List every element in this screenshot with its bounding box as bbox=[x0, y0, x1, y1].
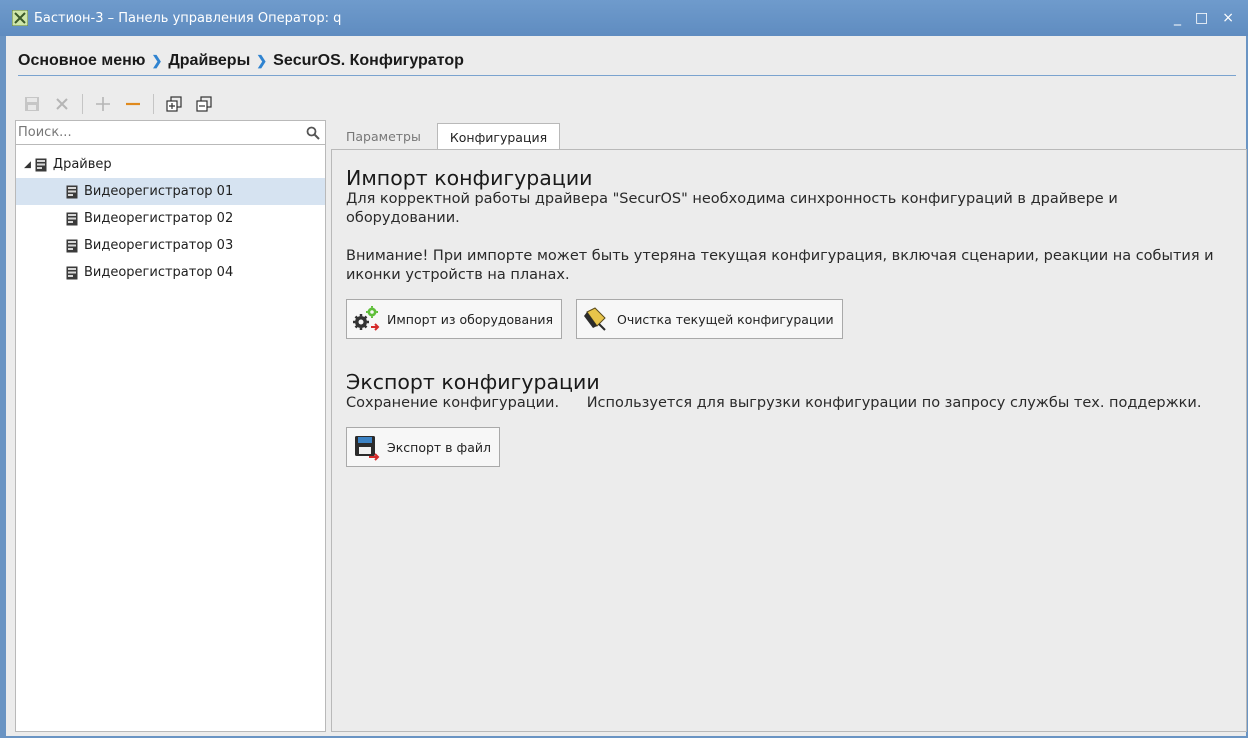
export-to-file-button[interactable]: Экспорт в файл bbox=[346, 427, 500, 467]
window-controls: _ □ × bbox=[1174, 10, 1234, 26]
recorder-icon bbox=[66, 212, 78, 226]
tree-node-recorder-01[interactable]: Видеорегистратор 01 bbox=[16, 178, 325, 205]
import-from-hardware-button[interactable]: Импорт из оборудования bbox=[346, 299, 563, 339]
app-window: Бастион-3 – Панель управления Оператор: … bbox=[0, 0, 1248, 738]
tree-node-label: Драйвер bbox=[52, 157, 112, 172]
maximize-button[interactable]: □ bbox=[1195, 10, 1208, 26]
export-section: Экспорт конфигурации Сохранение конфигур… bbox=[346, 370, 1226, 467]
import-button-label: Импорт из оборудования bbox=[387, 311, 554, 327]
recorder-icon bbox=[66, 239, 78, 253]
toolbar bbox=[22, 92, 214, 116]
import-description: Для корректной работы драйвера "SecurOS"… bbox=[346, 191, 1118, 226]
breadcrumb-current: SecurOS. Конфигуратор bbox=[273, 51, 464, 69]
save-export-icon bbox=[351, 432, 381, 462]
search-input[interactable] bbox=[16, 121, 301, 144]
breadcrumb-drivers[interactable]: Драйверы bbox=[168, 52, 250, 70]
import-buttons: Импорт из оборудования Очистка текущей к… bbox=[346, 299, 1226, 339]
clear-configuration-button[interactable]: Очистка текущей конфигурации bbox=[576, 299, 843, 339]
breadcrumb-separator-icon: ❯ bbox=[256, 52, 268, 68]
tree-node-label: Видеорегистратор 01 bbox=[84, 184, 234, 199]
recorder-icon bbox=[66, 266, 78, 280]
window-title: Бастион-3 – Панель управления Оператор: … bbox=[34, 10, 342, 26]
eraser-icon bbox=[581, 304, 611, 334]
tree-node-label: Видеорегистратор 03 bbox=[84, 238, 234, 253]
toolbar-divider bbox=[153, 94, 154, 114]
toolbar-divider bbox=[82, 94, 83, 114]
import-title: Импорт конфигурации bbox=[346, 166, 593, 190]
device-tree: ◢ Драйвер Видеорегистратор 01 Видеорегис… bbox=[16, 151, 325, 286]
breadcrumb-separator-icon: ❯ bbox=[151, 52, 163, 68]
tree-node-driver[interactable]: ◢ Драйвер bbox=[16, 151, 325, 178]
export-buttons: Экспорт в файл bbox=[346, 427, 1226, 467]
search-box bbox=[16, 121, 325, 145]
configuration-panel: Импорт конфигурации Для корректной работ… bbox=[331, 149, 1247, 732]
recorder-icon bbox=[66, 185, 78, 199]
app-logo-icon bbox=[12, 10, 28, 26]
collapse-all-icon[interactable] bbox=[194, 94, 214, 114]
expand-all-icon[interactable] bbox=[164, 94, 184, 114]
search-icon[interactable] bbox=[301, 126, 325, 140]
remove-icon[interactable] bbox=[123, 94, 143, 114]
minimize-button[interactable]: _ bbox=[1174, 10, 1181, 26]
export-title: Экспорт конфигурации bbox=[346, 370, 600, 394]
delete-icon[interactable] bbox=[52, 94, 72, 114]
title-bar[interactable]: Бастион-3 – Панель управления Оператор: … bbox=[0, 0, 1248, 36]
breadcrumb: Основное меню ❯ Драйверы ❯ SecurOS. Конф… bbox=[18, 46, 1236, 76]
breadcrumb-main-menu[interactable]: Основное меню bbox=[18, 52, 145, 70]
export-button-label: Экспорт в файл bbox=[387, 439, 491, 455]
tree-node-label: Видеорегистратор 02 bbox=[84, 211, 234, 226]
tab-configuration[interactable]: Конфигурация bbox=[436, 123, 561, 151]
import-warning: Внимание! При импорте может быть утеряна… bbox=[346, 248, 1214, 283]
tree-panel: ◢ Драйвер Видеорегистратор 01 Видеорегис… bbox=[15, 120, 326, 732]
add-icon[interactable] bbox=[93, 94, 113, 114]
tree-node-label: Видеорегистратор 04 bbox=[84, 265, 234, 280]
tree-node-recorder-04[interactable]: Видеорегистратор 04 bbox=[16, 259, 325, 286]
export-description: Сохранение конфигурации. Используется дл… bbox=[346, 395, 1202, 411]
import-section: Импорт конфигурации Для корректной работ… bbox=[346, 166, 1226, 339]
tree-node-recorder-03[interactable]: Видеорегистратор 03 bbox=[16, 232, 325, 259]
gears-import-icon bbox=[351, 304, 381, 334]
clear-button-label: Очистка текущей конфигурации bbox=[617, 311, 834, 327]
close-button[interactable]: × bbox=[1222, 10, 1234, 26]
tab-parameters[interactable]: Параметры bbox=[334, 122, 433, 150]
expand-caret-icon[interactable]: ◢ bbox=[24, 160, 31, 170]
tree-node-recorder-02[interactable]: Видеорегистратор 02 bbox=[16, 205, 325, 232]
save-icon[interactable] bbox=[22, 94, 42, 114]
tab-bar: Параметры Конфигурация bbox=[334, 122, 561, 151]
device-icon bbox=[35, 158, 47, 172]
